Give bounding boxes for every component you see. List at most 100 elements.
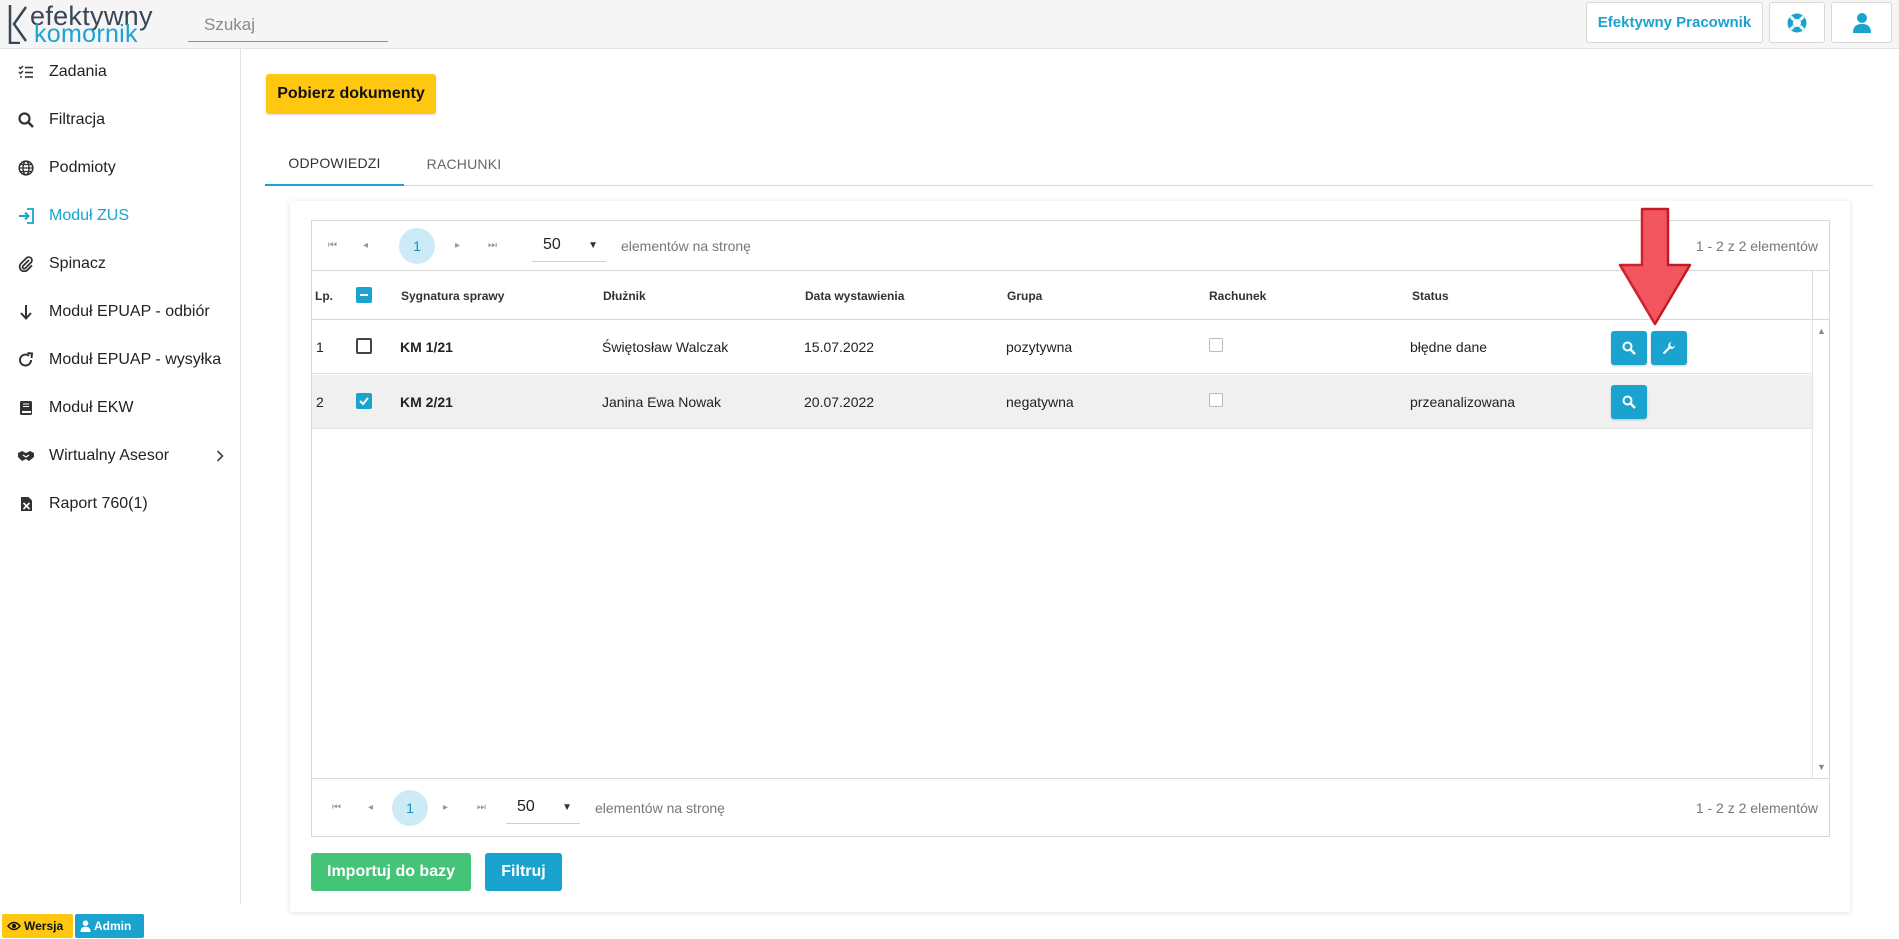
pager-bottom: ⏮ ◂ 1 ▸ ⏭ 50 ▼ elementów na stronę 1 - 2… xyxy=(312,778,1829,836)
sidebar-item-label: Filtracja xyxy=(49,111,106,128)
sidebar-item-modul-zus[interactable]: Moduł ZUS xyxy=(0,196,240,236)
handshake-icon xyxy=(17,447,35,465)
cell-status: przeanalizowana xyxy=(1410,394,1516,410)
first-page-icon[interactable]: ⏮ xyxy=(332,802,341,813)
column-dluznik[interactable]: Dłużnik xyxy=(603,271,646,320)
sidebar: Zadania Filtracja Podmioty Moduł ZUS Spi… xyxy=(0,49,241,904)
last-page-icon[interactable]: ⏭ xyxy=(488,240,497,251)
cell-group: negatywna xyxy=(1006,394,1074,410)
sidebar-item-label: Moduł ZUS xyxy=(49,207,130,224)
page-size-select[interactable]: 50 ▼ xyxy=(532,230,606,262)
sidebar-item-label: Moduł EKW xyxy=(49,399,134,416)
tab-rachunki[interactable]: RACHUNKI xyxy=(404,142,524,186)
user-menu-button[interactable] xyxy=(1831,2,1892,43)
cell-date: 15.07.2022 xyxy=(804,339,875,355)
sidebar-item-label: Wirtualny Asesor xyxy=(49,447,170,464)
user-icon xyxy=(1852,12,1871,33)
sidebar-item-spinacz[interactable]: Spinacz xyxy=(0,244,240,284)
page-size-select[interactable]: 50 ▼ xyxy=(506,792,580,824)
sidebar-item-epuap-odbior[interactable]: Moduł EPUAP - odbiór xyxy=(0,292,240,332)
table-row[interactable]: 1 KM 1/21 Świętosław Walczak 15.07.2022 … xyxy=(312,320,1812,374)
tab-odpowiedzi[interactable]: ODPOWIEDZI xyxy=(265,142,404,186)
scroll-up-icon[interactable]: ▲ xyxy=(1817,326,1826,336)
current-page-button[interactable]: 1 xyxy=(392,789,428,826)
sidebar-item-label: Zadania xyxy=(49,63,107,80)
help-button[interactable] xyxy=(1769,2,1825,43)
admin-badge[interactable]: Admin xyxy=(75,914,144,938)
first-page-icon[interactable]: ⏮ xyxy=(328,240,337,251)
search-icon xyxy=(1622,395,1636,409)
column-lp[interactable]: Lp. xyxy=(315,271,333,320)
import-to-database-button[interactable]: Importuj do bazy xyxy=(311,853,471,891)
page-size-value: 50 xyxy=(517,798,535,815)
next-page-icon[interactable]: ▸ xyxy=(443,802,448,813)
user-icon xyxy=(80,920,91,932)
current-page-button[interactable]: 1 xyxy=(399,227,435,264)
cell-lp: 1 xyxy=(316,339,324,355)
pager-top: ⏮ ◂ 1 ▸ ⏭ 50 ▼ elementów na stronę 1 - 2… xyxy=(312,221,1829,271)
prev-page-icon[interactable]: ◂ xyxy=(363,240,368,251)
scroll-down-icon[interactable]: ▼ xyxy=(1817,762,1826,772)
eye-icon xyxy=(7,921,21,931)
cell-signature: KM 1/21 xyxy=(400,339,453,355)
search-input[interactable] xyxy=(188,8,388,42)
logo-text-bottom: komornik xyxy=(34,20,138,48)
page-size-value: 50 xyxy=(543,236,561,253)
cell-group: pozytywna xyxy=(1006,339,1073,355)
last-page-icon[interactable]: ⏭ xyxy=(477,802,486,813)
search-icon xyxy=(17,111,35,129)
efektywny-pracownik-button[interactable]: Efektywny Pracownik xyxy=(1586,2,1763,43)
filter-button[interactable]: Filtruj xyxy=(485,853,562,891)
view-details-button[interactable] xyxy=(1611,331,1647,365)
column-sygnatura[interactable]: Sygnatura sprawy xyxy=(401,271,504,320)
responses-grid: ⏮ ◂ 1 ▸ ⏭ 50 ▼ elementów na stronę 1 - 2… xyxy=(311,220,1830,837)
cell-signature: KM 2/21 xyxy=(400,394,453,410)
sidebar-item-filtracja[interactable]: Filtracja xyxy=(0,100,240,140)
repair-data-button[interactable] xyxy=(1651,331,1687,365)
caret-down-icon: ▼ xyxy=(588,239,598,251)
app-logo[interactable]: efektywny komornik xyxy=(8,2,158,48)
column-grupa[interactable]: Grupa xyxy=(1007,271,1042,320)
sidebar-item-modul-ekw[interactable]: Moduł EKW xyxy=(0,388,240,428)
select-all-checkbox[interactable] xyxy=(356,287,372,303)
sidebar-item-wirtualny-asesor[interactable]: Wirtualny Asesor xyxy=(0,436,240,476)
cell-date: 20.07.2022 xyxy=(804,394,875,410)
chevron-right-icon xyxy=(216,446,224,467)
sidebar-item-label: Moduł EPUAP - odbiór xyxy=(49,303,210,320)
row-checkbox[interactable] xyxy=(356,393,372,409)
account-checkbox xyxy=(1209,393,1223,407)
admin-badge-label: Admin xyxy=(94,919,132,933)
prev-page-icon[interactable]: ◂ xyxy=(368,802,373,813)
column-data[interactable]: Data wystawienia xyxy=(805,271,904,320)
column-status[interactable]: Status xyxy=(1412,271,1449,320)
version-badge-label: Wersja xyxy=(24,919,64,933)
sidebar-item-podmioty[interactable]: Podmioty xyxy=(0,148,240,188)
globe-icon xyxy=(17,159,35,177)
header-divider xyxy=(1812,271,1813,320)
per-page-label: elementów na stronę xyxy=(595,799,725,816)
pager-info: 1 - 2 z 2 elementów xyxy=(1695,799,1818,816)
sidebar-item-zadania[interactable]: Zadania xyxy=(0,52,240,92)
lifebuoy-icon xyxy=(1787,13,1807,32)
download-documents-button[interactable]: Pobierz dokumenty xyxy=(266,74,436,114)
pager-info: 1 - 2 z 2 elementów xyxy=(1695,237,1818,254)
version-badge[interactable]: Wersja xyxy=(2,914,73,938)
sidebar-item-epuap-wysylka[interactable]: Moduł EPUAP - wysyłka xyxy=(0,340,240,380)
account-checkbox xyxy=(1209,338,1223,352)
table-row[interactable]: 2 KM 2/21 Janina Ewa Nowak 20.07.2022 ne… xyxy=(312,375,1812,429)
row-checkbox[interactable] xyxy=(356,338,372,354)
next-page-icon[interactable]: ▸ xyxy=(455,240,460,251)
sidebar-item-label: Raport 760(1) xyxy=(49,495,148,512)
sign-in-icon xyxy=(17,207,35,225)
sidebar-item-label: Podmioty xyxy=(49,159,116,176)
view-details-button[interactable] xyxy=(1611,385,1647,419)
cell-status: błędne dane xyxy=(1410,339,1488,355)
tab-bar: ODPOWIEDZI RACHUNKI xyxy=(265,142,1873,186)
column-rachunek[interactable]: Rachunek xyxy=(1209,271,1266,320)
sidebar-item-label: Moduł EPUAP - wysyłka xyxy=(49,351,222,368)
paperclip-icon xyxy=(17,255,35,273)
grid-scrollbar[interactable]: ▲ ▼ xyxy=(1812,320,1829,778)
logo-bracket-icon xyxy=(8,5,28,44)
sidebar-item-raport[interactable]: Raport 760(1) xyxy=(0,484,240,524)
arrow-down-icon xyxy=(17,303,35,321)
